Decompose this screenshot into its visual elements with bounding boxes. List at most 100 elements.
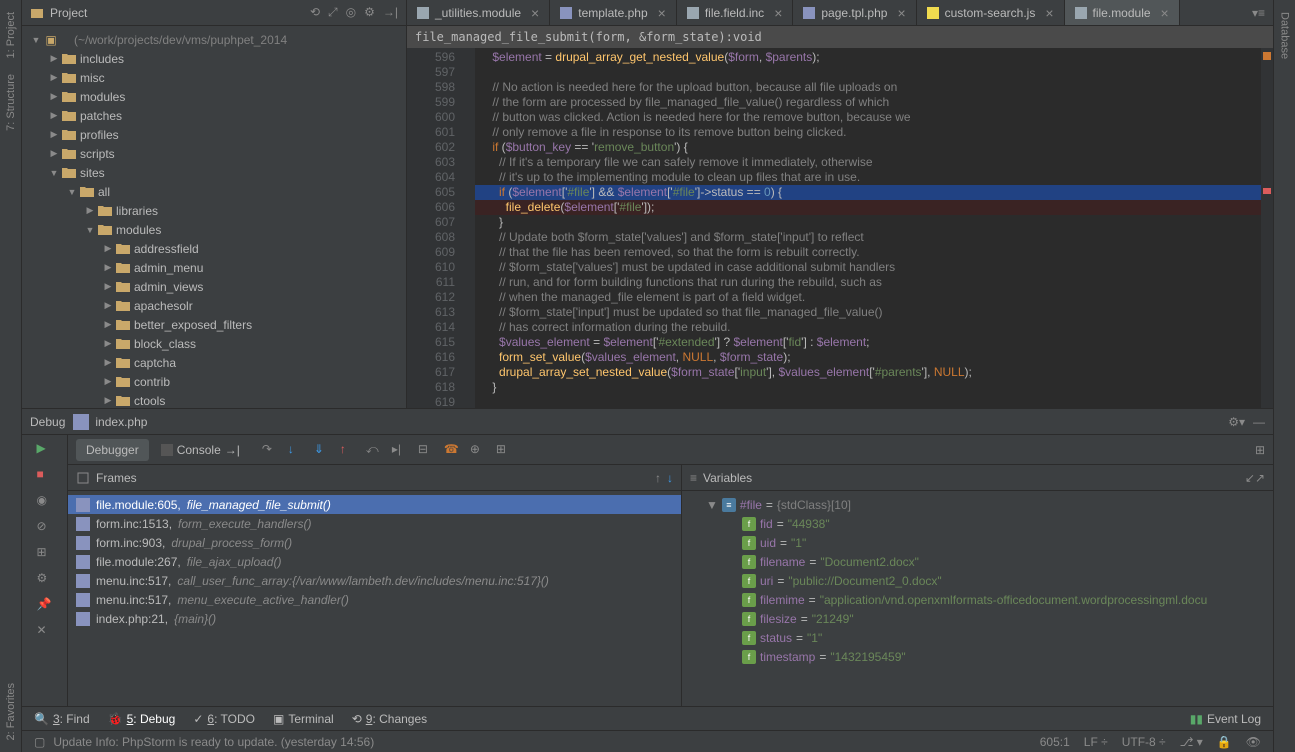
tree-folder-captcha[interactable]: ▶captcha xyxy=(22,353,406,372)
code-line[interactable]: // only remove a file in response to its… xyxy=(475,125,1273,140)
tab-debugger[interactable]: Debugger xyxy=(76,439,149,461)
gear-icon[interactable]: ⚙ xyxy=(364,5,375,20)
next-frame-icon[interactable]: ↓ xyxy=(667,471,673,485)
settings-icon[interactable]: ⚙ xyxy=(37,571,53,587)
step-into-icon[interactable]: ↓ xyxy=(288,442,304,458)
gutter-line[interactable]: 598 xyxy=(407,80,475,95)
code-line[interactable]: } xyxy=(475,380,1273,395)
var-item[interactable]: ffilename="Document2.docx" xyxy=(682,552,1273,571)
tree-folder-addressfield[interactable]: ▶addressfield xyxy=(22,239,406,258)
tabs-dropdown-icon[interactable]: ▾≡ xyxy=(1252,6,1265,20)
tab-file.module[interactable]: file.module× xyxy=(1065,0,1180,25)
rail-project[interactable]: 1: Project xyxy=(5,12,17,58)
code-line[interactable]: // $form_state['values'] must be updated… xyxy=(475,260,1273,275)
var-item[interactable]: ffilesize="21249" xyxy=(682,609,1273,628)
frame-item[interactable]: menu.inc:517, call_user_func_array:{/var… xyxy=(68,571,681,590)
code-line[interactable]: // Update both $form_state['values'] and… xyxy=(475,230,1273,245)
code-line[interactable]: // has correct information during the re… xyxy=(475,320,1273,335)
var-item[interactable]: fuid="1" xyxy=(682,533,1273,552)
step-out-icon[interactable]: ↑ xyxy=(340,442,356,458)
code-line[interactable]: // No action is needed here for the uplo… xyxy=(475,80,1273,95)
close-icon[interactable]: × xyxy=(531,5,539,21)
listen-icon[interactable]: ☎ xyxy=(444,442,460,458)
tab-_utilities.module[interactable]: _utilities.module× xyxy=(407,0,550,25)
code-line[interactable]: $values_element = $element['#extended'] … xyxy=(475,335,1273,350)
code-line[interactable]: $element = drupal_array_get_nested_value… xyxy=(475,50,1273,65)
gutter-line[interactable]: 609 xyxy=(407,245,475,260)
bottom-item-terminal[interactable]: ▣Terminal xyxy=(273,712,334,726)
code-line[interactable] xyxy=(475,395,1273,408)
vars-expand-icon[interactable]: ↙↗ xyxy=(1245,471,1265,485)
code-line[interactable] xyxy=(475,65,1273,80)
drop-frame-icon[interactable]: ⤺ xyxy=(366,442,382,458)
gutter-line[interactable]: 613 xyxy=(407,305,475,320)
resume-icon[interactable]: ▶ xyxy=(37,441,53,457)
tree-folder-misc[interactable]: ▶misc xyxy=(22,68,406,87)
var-item[interactable]: furi="public://Document2_0.docx" xyxy=(682,571,1273,590)
tab-template.php[interactable]: template.php× xyxy=(550,0,677,25)
tree-folder-includes[interactable]: ▶includes xyxy=(22,49,406,68)
gutter-line[interactable]: 611 xyxy=(407,275,475,290)
gutter-line[interactable]: 619 xyxy=(407,395,475,408)
var-item[interactable]: fstatus="1" xyxy=(682,628,1273,647)
tree-folder-patches[interactable]: ▶patches xyxy=(22,106,406,125)
toggle-icon[interactable]: ⊕ xyxy=(470,442,486,458)
rail-structure[interactable]: 7: Structure xyxy=(5,74,17,131)
gutter-line[interactable]: 601 xyxy=(407,125,475,140)
gutter-line[interactable]: 600 xyxy=(407,110,475,125)
tree-folder-all[interactable]: ▼all xyxy=(22,182,406,201)
event-log[interactable]: ▮▮ Event Log xyxy=(1190,712,1261,726)
gutter-line[interactable]: 604 xyxy=(407,170,475,185)
code-line[interactable]: // it's up to the implementing module to… xyxy=(475,170,1273,185)
gutter[interactable]: 5965975985996006016026036046056066076086… xyxy=(407,48,475,408)
frame-item[interactable]: form.inc:903, drupal_process_form() xyxy=(68,533,681,552)
mute-breakpoints-icon[interactable]: ⊘ xyxy=(37,519,53,535)
locate-icon[interactable]: ◎ xyxy=(346,5,356,20)
tab-file.field.inc[interactable]: file.field.inc× xyxy=(677,0,794,25)
close-icon[interactable]: × xyxy=(658,5,666,21)
gear-icon[interactable]: ⚙▾ xyxy=(1228,415,1245,429)
gutter-line[interactable]: 607 xyxy=(407,215,475,230)
evaluate-icon[interactable]: ⊟ xyxy=(418,442,434,458)
tree-folder-modules[interactable]: ▶modules xyxy=(22,87,406,106)
var-item[interactable]: ffid="44938" xyxy=(682,514,1273,533)
rail-favorites[interactable]: 2: Favorites xyxy=(5,683,17,740)
tree-folder-libraries[interactable]: ▶libraries xyxy=(22,201,406,220)
var-item[interactable]: ftimestamp="1432195459" xyxy=(682,647,1273,666)
sync-icon[interactable]: ⟲ xyxy=(310,5,320,20)
close-icon[interactable]: × xyxy=(1045,5,1053,21)
gutter-line[interactable]: 599 xyxy=(407,95,475,110)
gutter-line[interactable]: 615 xyxy=(407,335,475,350)
step-over-icon[interactable]: ↷ xyxy=(262,442,278,458)
run-to-cursor-icon[interactable]: ▸| xyxy=(392,442,408,458)
scrollbar[interactable] xyxy=(1261,48,1273,408)
tree-folder-contrib[interactable]: ▶contrib xyxy=(22,372,406,391)
code-lines[interactable]: $element = drupal_array_get_nested_value… xyxy=(475,48,1273,408)
code-line[interactable]: // If it's a temporary file we can safel… xyxy=(475,155,1273,170)
frame-item[interactable]: index.php:21, {main}() xyxy=(68,609,681,628)
hide-icon[interactable]: — xyxy=(1253,415,1265,429)
code-line[interactable]: form_set_value($values_element, NULL, $f… xyxy=(475,350,1273,365)
gutter-line[interactable]: 610 xyxy=(407,260,475,275)
tree-folder-apachesolr[interactable]: ▶apachesolr xyxy=(22,296,406,315)
gutter-line[interactable]: 608 xyxy=(407,230,475,245)
more-icon[interactable]: ⊞ xyxy=(496,442,512,458)
bottom-item-changes[interactable]: ⟲9: Changes xyxy=(352,712,427,726)
tree-root[interactable]: ▼ ▣ (~/work/projects/dev/vms/puphpet_201… xyxy=(22,30,406,49)
tab-page.tpl.php[interactable]: page.tpl.php× xyxy=(793,0,916,25)
close-icon[interactable]: × xyxy=(774,5,782,21)
restore-layout-icon[interactable]: ⊞ xyxy=(1255,443,1265,457)
bottom-item-find[interactable]: 🔍3: Find xyxy=(34,712,90,726)
rail-database[interactable]: Database xyxy=(1279,12,1291,59)
code-line[interactable]: // button was clicked. Action is needed … xyxy=(475,110,1273,125)
view-breakpoints-icon[interactable]: ◉ xyxy=(37,493,53,509)
close-icon[interactable]: × xyxy=(897,5,905,21)
gutter-line[interactable]: 618 xyxy=(407,380,475,395)
code-line[interactable]: // the form are processed by file_manage… xyxy=(475,95,1273,110)
var-root[interactable]: ▼≡#file={stdClass} [10] xyxy=(682,495,1273,514)
tree-folder-admin_views[interactable]: ▶admin_views xyxy=(22,277,406,296)
tree-folder-scripts[interactable]: ▶scripts xyxy=(22,144,406,163)
gutter-line[interactable]: 596 xyxy=(407,50,475,65)
status-enc[interactable]: UTF-8 ÷ xyxy=(1122,735,1166,749)
gutter-line[interactable]: 597 xyxy=(407,65,475,80)
